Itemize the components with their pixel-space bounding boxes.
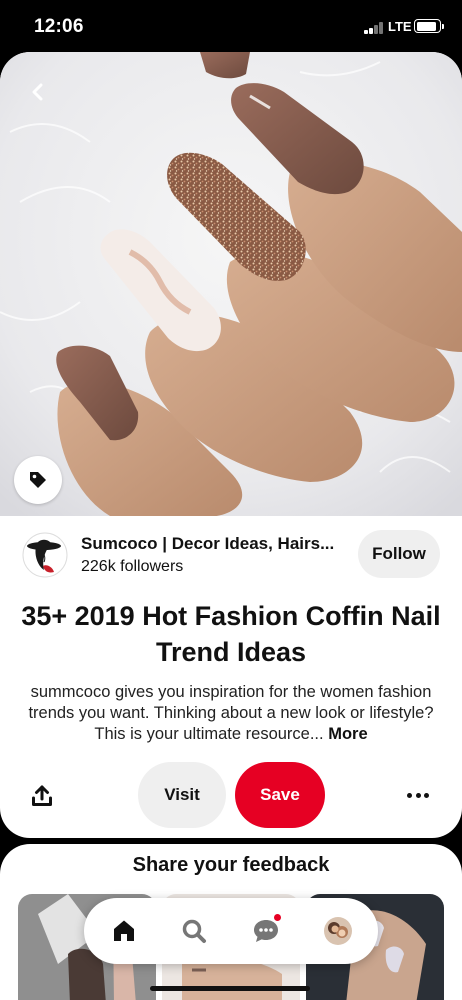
- signal-icon: [364, 22, 384, 34]
- home-icon: [114, 920, 134, 941]
- feedback-title: Share your feedback: [132, 854, 330, 876]
- chevron-left-icon: [32, 83, 43, 101]
- nav-profile[interactable]: [322, 915, 354, 947]
- visit-button[interactable]: Visit: [138, 762, 226, 828]
- tag-icon: [30, 472, 46, 488]
- bottom-nav: [84, 898, 378, 964]
- battery-icon: [414, 19, 444, 33]
- creator-row: Sumcoco | Decor Ideas, Hairs... 226k fol…: [0, 528, 462, 588]
- nail-photo: [0, 52, 462, 516]
- search-icon: [182, 919, 206, 943]
- pin-description-text: summcoco gives you inspiration for the w…: [28, 683, 434, 743]
- more-link[interactable]: More: [328, 725, 367, 743]
- network-type: LTE: [388, 19, 412, 34]
- dot-icon: [424, 792, 429, 798]
- status-bar: 12:06 LTE: [0, 0, 462, 52]
- creator-followers: 226k followers: [81, 558, 184, 575]
- profile-avatar: [324, 917, 352, 945]
- creator-avatar[interactable]: [22, 532, 68, 578]
- creator-logo: [22, 532, 68, 578]
- follow-button[interactable]: Follow: [358, 530, 440, 578]
- nav-home[interactable]: [108, 915, 140, 947]
- share-button[interactable]: [28, 782, 56, 810]
- pin-card: Sumcoco | Decor Ideas, Hairs... 226k fol…: [0, 52, 462, 838]
- more-options-button[interactable]: [404, 784, 432, 806]
- nav-messages[interactable]: [250, 913, 282, 947]
- notification-dot: [273, 913, 282, 922]
- status-time: 12:06: [34, 16, 84, 37]
- save-button[interactable]: Save: [235, 762, 325, 828]
- nav-search[interactable]: [178, 915, 210, 947]
- dot-icon: [415, 792, 421, 798]
- pin-image[interactable]: [0, 52, 462, 516]
- avatar: [324, 917, 352, 945]
- product-tag-button[interactable]: [14, 456, 62, 504]
- pin-title: 35+ 2019 Hot Fashion Coffin Nail Trend I…: [21, 601, 441, 667]
- home-indicator: [150, 986, 310, 991]
- action-row: Visit Save: [0, 762, 462, 828]
- pin-description: summcoco gives you inspiration for the w…: [16, 682, 446, 745]
- share-icon: [32, 785, 52, 806]
- back-button[interactable]: [20, 74, 56, 110]
- creator-name[interactable]: Sumcoco | Decor Ideas, Hairs...: [81, 534, 334, 554]
- dot-icon: [407, 792, 412, 798]
